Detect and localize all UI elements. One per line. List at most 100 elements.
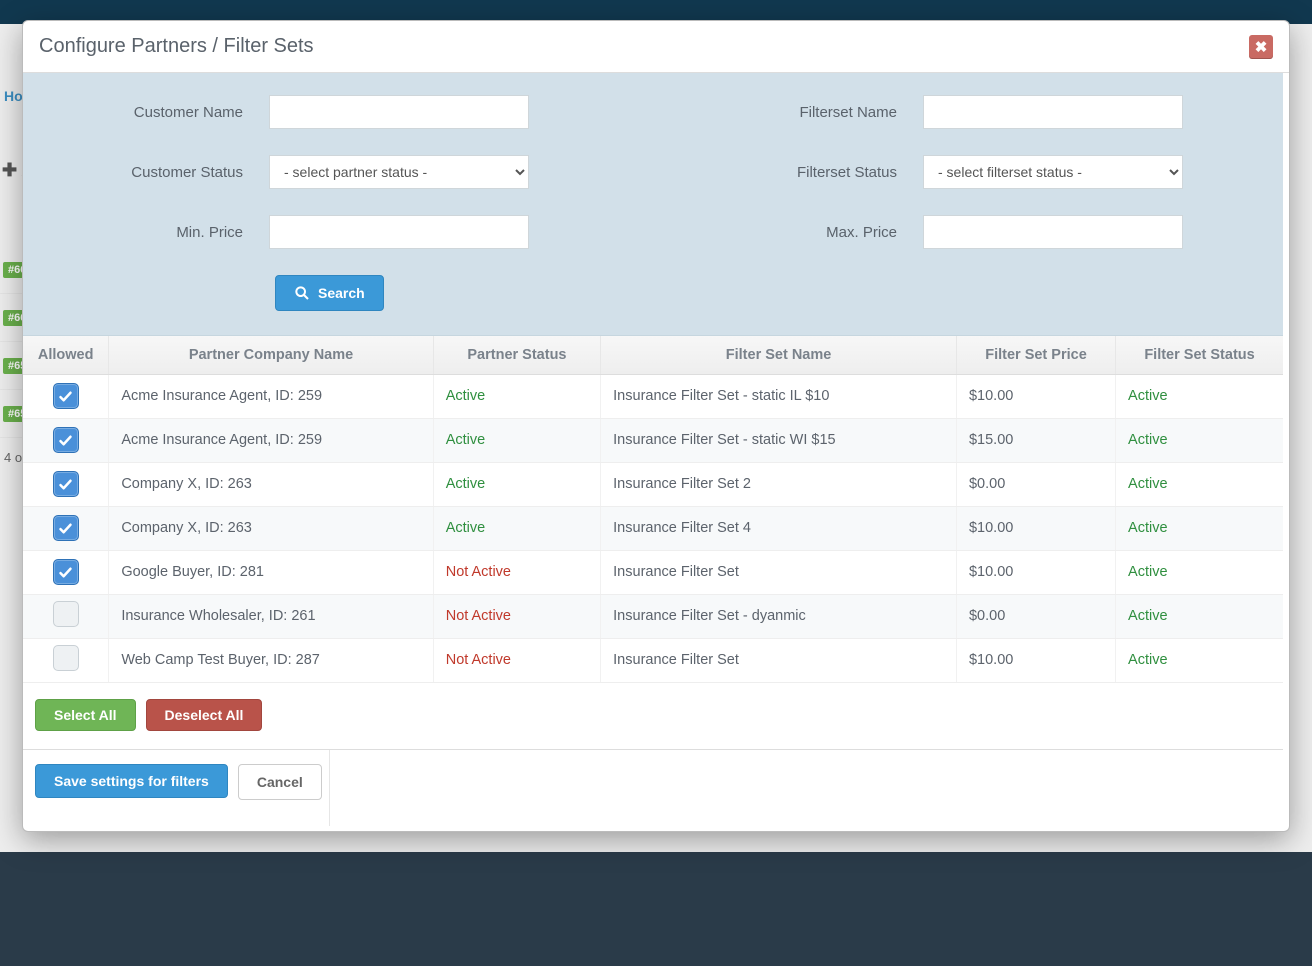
cell-filterset-price: $10.00 bbox=[956, 550, 1115, 594]
cell-filterset-status: Active bbox=[1116, 638, 1283, 682]
cell-allowed bbox=[23, 506, 109, 550]
search-icon bbox=[294, 285, 310, 301]
cell-partner-name: Web Camp Test Buyer, ID: 287 bbox=[109, 638, 433, 682]
col-header-filterset-status: Filter Set Status bbox=[1116, 336, 1283, 374]
cancel-label: Cancel bbox=[257, 774, 303, 790]
filterset-status-value: Active bbox=[1128, 608, 1168, 624]
customer-name-input[interactable] bbox=[269, 95, 529, 129]
allowed-checkbox[interactable] bbox=[53, 427, 79, 453]
close-icon: ✖ bbox=[1255, 38, 1268, 56]
check-icon bbox=[58, 433, 73, 448]
modal-header: Configure Partners / Filter Sets ✖ bbox=[23, 21, 1289, 73]
search-filter-area: Customer Name Filterset Name Customer St… bbox=[23, 73, 1283, 336]
min-price-label: Min. Price bbox=[39, 224, 269, 241]
cell-filterset-status: Active bbox=[1116, 506, 1283, 550]
table-row: Insurance Wholesaler, ID: 261 Not Active I… bbox=[23, 594, 1283, 638]
cell-partner-name: Acme Insurance Agent, ID: 259 bbox=[109, 374, 433, 418]
bulk-actions-row: Select All Deselect All bbox=[23, 683, 1283, 749]
check-icon bbox=[58, 521, 73, 536]
cell-filterset-price: $10.00 bbox=[956, 374, 1115, 418]
modal-panel: Customer Name Filterset Name Customer St… bbox=[23, 73, 1283, 831]
customer-status-label: Customer Status bbox=[39, 164, 269, 181]
allowed-checkbox[interactable] bbox=[53, 471, 79, 497]
cell-allowed bbox=[23, 374, 109, 418]
cell-partner-name: Company X, ID: 263 bbox=[109, 506, 433, 550]
check-icon bbox=[58, 477, 73, 492]
filterset-status-value: Active bbox=[1128, 652, 1168, 668]
cell-filterset-name: Insurance Filter Set 4 bbox=[601, 506, 957, 550]
filterset-name-input[interactable] bbox=[923, 95, 1183, 129]
col-header-filterset-price: Filter Set Price bbox=[956, 336, 1115, 374]
min-price-input[interactable] bbox=[269, 215, 529, 249]
max-price-label: Max. Price bbox=[693, 224, 923, 241]
cell-filterset-name: Insurance Filter Set - dyanmic bbox=[601, 594, 957, 638]
search-button[interactable]: Search bbox=[275, 275, 384, 311]
cell-allowed bbox=[23, 462, 109, 506]
allowed-checkbox[interactable] bbox=[53, 383, 79, 409]
cell-partner-status: Active bbox=[433, 418, 600, 462]
table-row: Acme Insurance Agent, ID: 259ActiveInsur… bbox=[23, 374, 1283, 418]
allowed-checkbox[interactable] bbox=[53, 515, 79, 541]
cell-filterset-status: Active bbox=[1116, 462, 1283, 506]
modal-footer: Save settings for filters Cancel bbox=[23, 749, 1283, 832]
cell-partner-status: Active bbox=[433, 506, 600, 550]
results-table: Allowed Partner Company Name Partner Sta… bbox=[23, 336, 1283, 683]
filterset-status-value: Active bbox=[1128, 520, 1168, 536]
close-button[interactable]: ✖ bbox=[1249, 35, 1273, 59]
cell-allowed bbox=[23, 418, 109, 462]
deselect-all-button[interactable]: Deselect All bbox=[146, 699, 263, 731]
check-icon bbox=[58, 565, 73, 580]
partner-status-value: Not Active bbox=[446, 608, 511, 624]
cell-allowed bbox=[23, 550, 109, 594]
partner-status-value: Active bbox=[446, 476, 486, 492]
cancel-button[interactable]: Cancel bbox=[238, 764, 322, 800]
configure-partners-modal: Configure Partners / Filter Sets ✖ Custo… bbox=[22, 20, 1290, 832]
max-price-input[interactable] bbox=[923, 215, 1183, 249]
deselect-all-label: Deselect All bbox=[165, 707, 244, 723]
cell-partner-name: Google Buyer, ID: 281 bbox=[109, 550, 433, 594]
cell-filterset-status: Active bbox=[1116, 550, 1283, 594]
filterset-status-label: Filterset Status bbox=[693, 164, 923, 181]
partner-status-value: Not Active bbox=[446, 652, 511, 668]
table-row: Google Buyer, ID: 281 Not Active Insurance… bbox=[23, 550, 1283, 594]
cell-partner-name: Insurance Wholesaler, ID: 261 bbox=[109, 594, 433, 638]
customer-status-select[interactable]: - select partner status - bbox=[269, 155, 529, 189]
cell-filterset-status: Active bbox=[1116, 374, 1283, 418]
cell-partner-name: Company X, ID: 263 bbox=[109, 462, 433, 506]
cell-partner-status: Not Active bbox=[433, 638, 600, 682]
filterset-status-value: Active bbox=[1128, 476, 1168, 492]
col-header-filterset-name: Filter Set Name bbox=[601, 336, 957, 374]
table-row: Web Camp Test Buyer, ID: 287Not ActiveIn… bbox=[23, 638, 1283, 682]
col-header-allowed: Allowed bbox=[23, 336, 109, 374]
customer-name-label: Customer Name bbox=[39, 104, 269, 121]
save-settings-label: Save settings for filters bbox=[54, 773, 209, 789]
cell-filterset-price: $0.00 bbox=[956, 462, 1115, 506]
filterset-name-label: Filterset Name bbox=[693, 104, 923, 121]
filterset-status-value: Active bbox=[1128, 432, 1168, 448]
filterset-status-value: Active bbox=[1128, 388, 1168, 404]
allowed-checkbox[interactable] bbox=[53, 559, 79, 585]
footer-divider bbox=[329, 750, 330, 826]
col-header-partner: Partner Company Name bbox=[109, 336, 433, 374]
cell-filterset-price: $0.00 bbox=[956, 594, 1115, 638]
allowed-checkbox[interactable] bbox=[53, 645, 79, 671]
filterset-status-select[interactable]: - select filterset status - bbox=[923, 155, 1183, 189]
cell-allowed bbox=[23, 638, 109, 682]
cell-partner-status: Active bbox=[433, 374, 600, 418]
partner-status-value: Active bbox=[446, 520, 486, 536]
cell-filterset-status: Active bbox=[1116, 594, 1283, 638]
cell-filterset-price: $10.00 bbox=[956, 638, 1115, 682]
partner-status-value: Not Active bbox=[446, 564, 511, 580]
select-all-label: Select All bbox=[54, 707, 117, 723]
filterset-status-value: Active bbox=[1128, 564, 1168, 580]
check-icon bbox=[58, 389, 73, 404]
table-row: Acme Insurance Agent, ID: 259ActiveInsur… bbox=[23, 418, 1283, 462]
save-settings-button[interactable]: Save settings for filters bbox=[35, 764, 228, 798]
cell-filterset-name: Insurance Filter Set bbox=[601, 550, 957, 594]
allowed-checkbox[interactable] bbox=[53, 601, 79, 627]
modal-body-scroll[interactable]: Customer Name Filterset Name Customer St… bbox=[23, 73, 1289, 831]
cell-filterset-price: $10.00 bbox=[956, 506, 1115, 550]
select-all-button[interactable]: Select All bbox=[35, 699, 136, 731]
cell-allowed bbox=[23, 594, 109, 638]
cell-filterset-status: Active bbox=[1116, 418, 1283, 462]
